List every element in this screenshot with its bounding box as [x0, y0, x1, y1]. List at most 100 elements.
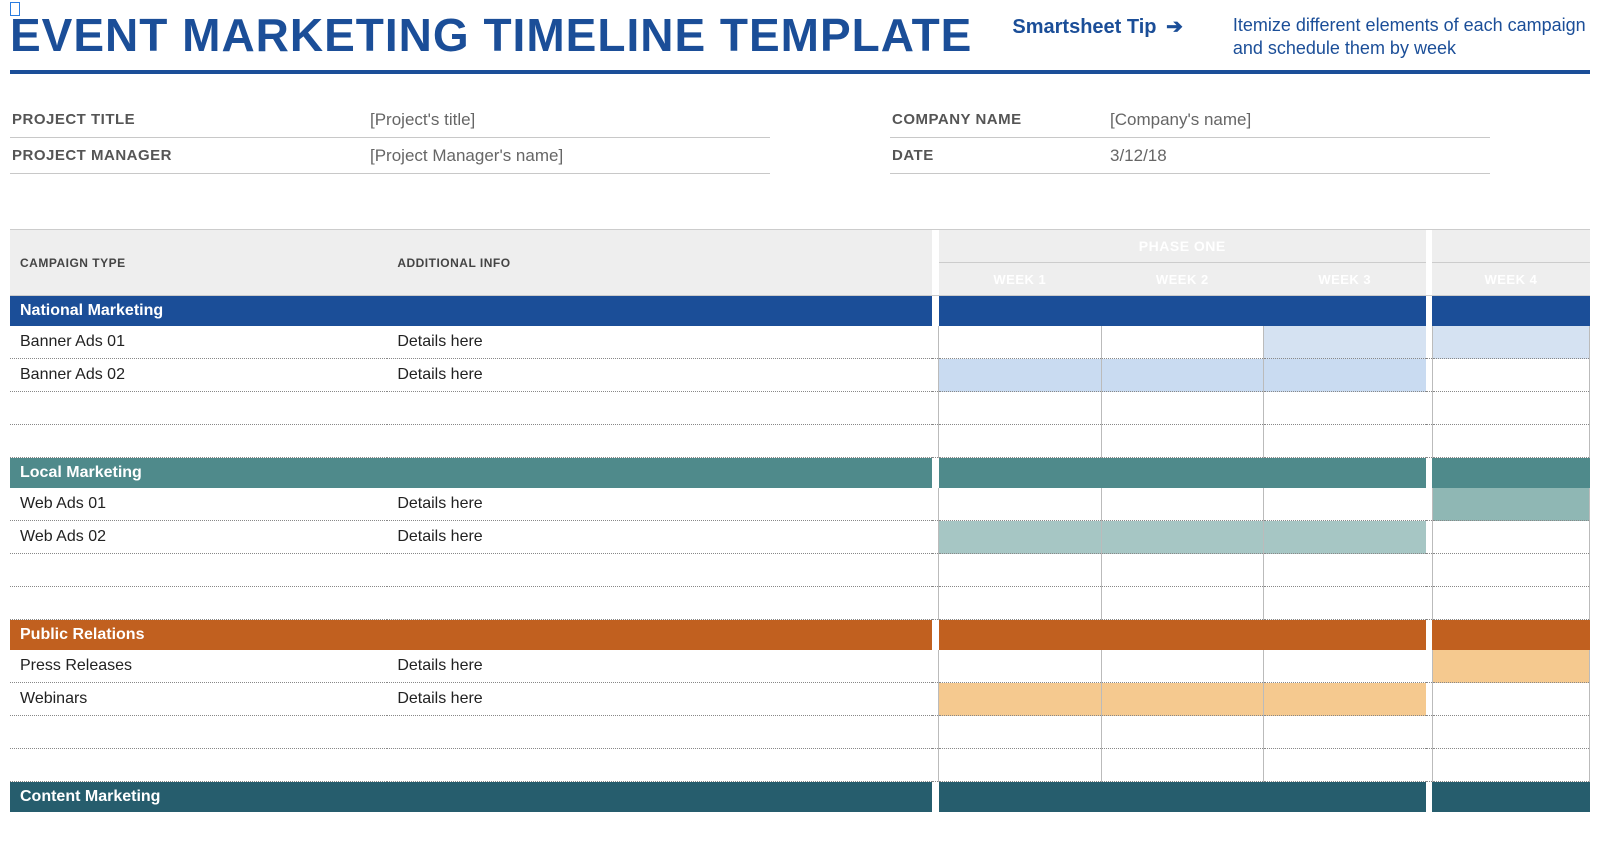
meta-value[interactable]: [Company's name] — [1110, 110, 1251, 130]
section-week — [1264, 458, 1426, 488]
cell-info[interactable] — [387, 716, 932, 749]
cell-week[interactable] — [1432, 521, 1589, 554]
tip-link[interactable]: Smartsheet Tip ➔ — [1012, 14, 1182, 39]
cell-week[interactable] — [1264, 716, 1426, 749]
tip-group: Smartsheet Tip ➔ Itemize different eleme… — [1012, 8, 1590, 61]
cell-week[interactable] — [1432, 554, 1589, 587]
cell-week[interactable] — [1432, 326, 1589, 359]
cell-week[interactable] — [939, 554, 1101, 587]
cell-campaign[interactable] — [10, 392, 387, 425]
week-header: WEEK 2 — [1101, 263, 1263, 296]
timeline-table[interactable]: CAMPAIGN TYPEADDITIONAL INFOPHASE ONE WE… — [10, 229, 1590, 812]
cell-campaign[interactable] — [10, 425, 387, 458]
cell-info[interactable] — [387, 749, 932, 782]
section-week — [1432, 782, 1589, 812]
cell-week[interactable] — [939, 392, 1101, 425]
cell-info[interactable]: Details here — [387, 359, 932, 392]
phase-header: PHASE ONE — [939, 230, 1426, 263]
cell-week[interactable] — [1264, 650, 1426, 683]
cell-week[interactable] — [1101, 425, 1263, 458]
cell-week[interactable] — [939, 716, 1101, 749]
cell-week[interactable] — [939, 749, 1101, 782]
section-week — [1432, 620, 1589, 650]
cell-info[interactable] — [387, 392, 932, 425]
cell-week[interactable] — [939, 326, 1101, 359]
section-label: Local Marketing — [10, 458, 932, 488]
cell-info[interactable]: Details here — [387, 521, 932, 554]
cell-week[interactable] — [1264, 521, 1426, 554]
cell-week[interactable] — [1264, 587, 1426, 620]
section-week — [939, 620, 1101, 650]
meta-value[interactable]: [Project's title] — [370, 110, 475, 130]
tip-label-text: Smartsheet Tip — [1012, 16, 1156, 38]
cell-week[interactable] — [1432, 683, 1589, 716]
section-label: Content Marketing — [10, 782, 932, 812]
cell-week[interactable] — [1101, 683, 1263, 716]
cell-campaign[interactable] — [10, 587, 387, 620]
cell-week[interactable] — [939, 521, 1101, 554]
cell-week[interactable] — [1432, 587, 1589, 620]
section-week — [1432, 296, 1589, 326]
cell-week[interactable] — [1264, 488, 1426, 521]
cell-week[interactable] — [1101, 359, 1263, 392]
cell-week[interactable] — [1432, 425, 1589, 458]
cell-week[interactable] — [939, 488, 1101, 521]
cell-week[interactable] — [1432, 392, 1589, 425]
section-week — [1264, 296, 1426, 326]
cell-week[interactable] — [1264, 359, 1426, 392]
cell-week[interactable] — [1101, 716, 1263, 749]
cell-campaign[interactable] — [10, 554, 387, 587]
cell-week[interactable] — [1432, 650, 1589, 683]
cell-campaign[interactable]: Banner Ads 01 — [10, 326, 387, 359]
cell-week[interactable] — [939, 359, 1101, 392]
cell-week[interactable] — [1101, 749, 1263, 782]
cell-week[interactable] — [1264, 749, 1426, 782]
cell-info[interactable]: Details here — [387, 488, 932, 521]
cell-campaign[interactable] — [10, 749, 387, 782]
section-week — [1264, 620, 1426, 650]
meta-left: PROJECT TITLE [Project's title] PROJECT … — [10, 102, 770, 174]
cell-week[interactable] — [939, 683, 1101, 716]
cell-week[interactable] — [1101, 650, 1263, 683]
cell-campaign[interactable]: Web Ads 01 — [10, 488, 387, 521]
meta-value[interactable]: 3/12/18 — [1110, 146, 1167, 166]
cell-week[interactable] — [1432, 359, 1589, 392]
cell-week[interactable] — [1101, 587, 1263, 620]
cell-week[interactable] — [1101, 392, 1263, 425]
col-additional-info: ADDITIONAL INFO — [387, 230, 932, 296]
cell-week[interactable] — [1432, 749, 1589, 782]
section-week — [939, 458, 1101, 488]
section-week — [1101, 620, 1263, 650]
cell-week[interactable] — [939, 650, 1101, 683]
cell-week[interactable] — [1264, 554, 1426, 587]
cell-info[interactable] — [387, 425, 932, 458]
cell-week[interactable] — [1101, 554, 1263, 587]
cell-campaign[interactable]: Webinars — [10, 683, 387, 716]
cell-week[interactable] — [1101, 488, 1263, 521]
meta-label: PROJECT MANAGER — [10, 147, 370, 164]
cell-week[interactable] — [939, 587, 1101, 620]
cell-week[interactable] — [1264, 683, 1426, 716]
cell-info[interactable]: Details here — [387, 650, 932, 683]
meta-value[interactable]: [Project Manager's name] — [370, 146, 563, 166]
cell-week[interactable] — [1264, 425, 1426, 458]
cell-info[interactable]: Details here — [387, 683, 932, 716]
document-header: EVENT MARKETING TIMELINE TEMPLATE Smarts… — [10, 0, 1590, 74]
cell-week[interactable] — [1101, 326, 1263, 359]
cell-week[interactable] — [1101, 521, 1263, 554]
cell-week[interactable] — [1264, 392, 1426, 425]
cell-campaign[interactable]: Web Ads 02 — [10, 521, 387, 554]
cell-info[interactable]: Details here — [387, 326, 932, 359]
cell-campaign[interactable]: Banner Ads 02 — [10, 359, 387, 392]
section-week — [1101, 296, 1263, 326]
meta-label: PROJECT TITLE — [10, 111, 370, 128]
cell-campaign[interactable]: Press Releases — [10, 650, 387, 683]
cell-week[interactable] — [1432, 488, 1589, 521]
cell-info[interactable] — [387, 587, 932, 620]
cell-week[interactable] — [1432, 716, 1589, 749]
cell-campaign[interactable] — [10, 716, 387, 749]
cell-info[interactable] — [387, 554, 932, 587]
cell-week[interactable] — [1264, 326, 1426, 359]
cell-week[interactable] — [939, 425, 1101, 458]
section-week — [1101, 782, 1263, 812]
